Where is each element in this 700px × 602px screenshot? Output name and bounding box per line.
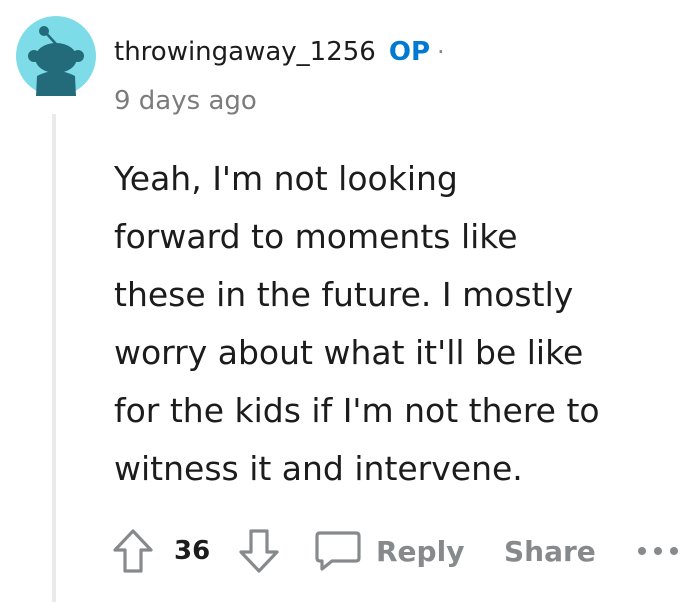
share-button[interactable]: Share: [504, 524, 596, 578]
more-options-button[interactable]: [630, 524, 686, 578]
arrow-down-icon: [239, 529, 279, 573]
comment-text-line: for the kids if I'm not there to: [114, 391, 600, 430]
speech-bubble-icon: [315, 531, 361, 571]
upvote-button[interactable]: [108, 524, 158, 578]
comment-timestamp[interactable]: 9 days ago: [114, 86, 257, 116]
comment-text-line: Yeah, I'm not looking: [114, 159, 458, 198]
user-avatar[interactable]: [16, 16, 96, 96]
comment-text-line: these in the future. I mostly: [114, 275, 574, 314]
op-badge: OP: [388, 37, 431, 67]
comment-action-bar: 36 Reply Share: [108, 524, 688, 578]
ellipsis-icon: [638, 547, 678, 555]
reddit-snoo-avatar-icon: [16, 16, 96, 96]
comment-meta: throwingaway_1256 OP ·: [114, 32, 445, 72]
comment-body: Yeah, I'm not looking forward to moments…: [114, 150, 674, 498]
meta-separator: ·: [437, 38, 445, 66]
downvote-button[interactable]: [234, 524, 284, 578]
comment-text-line: forward to moments like: [114, 217, 518, 256]
username-link[interactable]: throwingaway_1256: [114, 37, 376, 67]
reply-label: Reply: [376, 534, 465, 568]
arrow-up-icon: [113, 529, 153, 573]
comment-text-line: worry about what it'll be like: [114, 333, 584, 372]
reply-button[interactable]: Reply: [314, 524, 464, 578]
share-label: Share: [504, 534, 596, 568]
thread-line[interactable]: [52, 114, 56, 602]
comment-text-line: witness it and intervene.: [114, 449, 523, 488]
vote-count: 36: [174, 536, 211, 566]
